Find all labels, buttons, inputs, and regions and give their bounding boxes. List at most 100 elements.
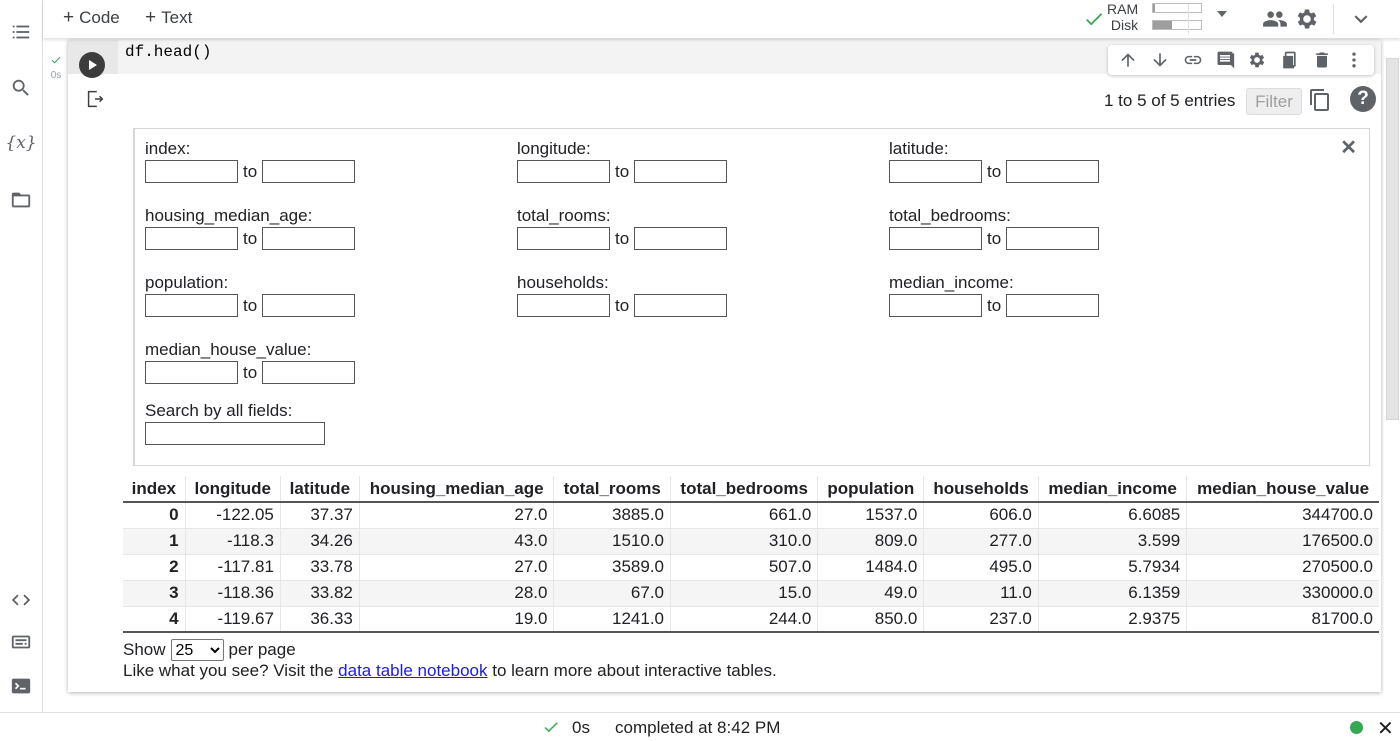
table-cell: 34.26 [279, 528, 360, 555]
table-cell: 270500.0 [1186, 554, 1379, 581]
range-filter-min-input[interactable] [517, 294, 610, 317]
range-filter-min-input[interactable] [145, 294, 238, 317]
help-icon[interactable]: ? [1350, 86, 1376, 112]
range-filter-min-input[interactable] [517, 160, 610, 183]
column-header[interactable]: median_income [1037, 476, 1187, 503]
variables-icon[interactable]: {x} [5, 131, 36, 155]
table-cell: 33.82 [279, 580, 360, 607]
terminal-icon[interactable] [9, 674, 33, 698]
cell-exec-status: 0s [48, 54, 64, 82]
range-filter-min-input[interactable] [145, 361, 238, 384]
range-filter-label: total_rooms: [517, 206, 611, 225]
range-filter-min-input[interactable] [889, 227, 982, 250]
column-header[interactable]: total_rooms [553, 476, 671, 503]
output-redirect-icon[interactable] [84, 88, 106, 110]
move-up-arrow-icon[interactable] [1117, 49, 1139, 71]
range-filter-max-input[interactable] [262, 361, 356, 384]
table-cell: 2 [123, 554, 186, 581]
search-icon[interactable] [9, 76, 33, 100]
search-all-fields-label: Search by all fields: [145, 401, 293, 420]
resources-dropdown-icon[interactable] [1217, 11, 1227, 17]
disk-label: Disk [1110, 17, 1139, 33]
range-filter-max-input[interactable] [1006, 227, 1100, 250]
close-status-icon[interactable]: ✕ [1377, 716, 1394, 741]
column-header[interactable]: latitude [279, 476, 360, 503]
range-filter-max-input[interactable] [634, 294, 728, 317]
divider [1188, 4, 1189, 34]
range-filter-max-input[interactable] [1006, 294, 1100, 317]
code-cell: df.head() 1 to 5 of 5 entries Filter ? ✕… [68, 40, 1381, 692]
table-of-contents-icon[interactable] [9, 20, 33, 44]
collapse-header-chevron-icon[interactable] [1348, 6, 1374, 32]
folder-icon[interactable] [9, 188, 33, 212]
range-to-label: to [243, 362, 258, 382]
range-filter-label: longitude: [517, 139, 591, 158]
column-header[interactable]: longitude [184, 476, 281, 503]
status-text[interactable]: completed at 8:42 PM [615, 718, 780, 738]
range-filter-min-input[interactable] [517, 227, 610, 250]
add-code-button[interactable]: + Code [63, 7, 120, 29]
column-header[interactable]: index [123, 476, 186, 503]
filter-panel: ✕ index: to longitude: to latitude: to housing… [133, 128, 1370, 466]
copy-icon[interactable] [1308, 88, 1332, 112]
table-cell: 3589.0 [553, 554, 671, 581]
range-filter-group: median_income: to [889, 273, 1100, 317]
column-header[interactable]: median_house_value [1186, 476, 1379, 503]
table-cell: 33.78 [279, 554, 360, 581]
column-header[interactable]: population [817, 476, 924, 503]
range-to-label: to [615, 295, 630, 315]
exec-duration: 0s [50, 70, 62, 81]
mirror-cell-in-tab-icon[interactable] [1278, 49, 1300, 71]
range-filter-max-input[interactable] [634, 160, 728, 183]
per-page-label: per page [228, 640, 296, 659]
command-palette-icon[interactable] [9, 630, 33, 654]
range-filter-min-input[interactable] [889, 294, 982, 317]
range-filter-max-input[interactable] [262, 160, 356, 183]
entries-count: 1 to 5 of 5 entries [1104, 91, 1236, 110]
table-cell: -119.67 [184, 606, 281, 633]
table-cell: 4 [123, 606, 186, 633]
range-filter-label: median_income: [889, 273, 1014, 292]
range-filter-max-input[interactable] [262, 227, 356, 250]
per-page-select[interactable]: 25 [170, 639, 224, 661]
column-header[interactable]: housing_median_age [358, 476, 554, 503]
connected-check-icon [1086, 13, 1103, 26]
search-all-fields-input[interactable] [145, 422, 325, 445]
table-cell: 3885.0 [553, 502, 671, 529]
code-snippets-icon[interactable] [9, 588, 33, 612]
table-cell: -122.05 [184, 502, 281, 529]
range-filter-min-input[interactable] [145, 227, 238, 250]
close-filter-icon[interactable]: ✕ [1340, 135, 1357, 160]
table-cell: 27.0 [358, 554, 554, 581]
range-filter-max-input[interactable] [634, 227, 728, 250]
table-row: 1 -118.3 34.26 43.0 1510.0 310.0 809.0 277.0 3.5… [123, 528, 1379, 555]
link-icon[interactable] [1182, 49, 1204, 71]
column-header[interactable]: households [923, 476, 1039, 503]
add-text-button[interactable]: + Text [145, 7, 192, 29]
settings-gear-icon[interactable] [1294, 6, 1320, 32]
filter-button[interactable]: Filter [1246, 88, 1302, 115]
range-filter-max-input[interactable] [262, 294, 356, 317]
table-cell: -117.81 [184, 554, 281, 581]
per-page-control: Show 25 per page [123, 639, 296, 661]
move-down-arrow-icon[interactable] [1149, 49, 1171, 71]
table-cell: 36.33 [279, 606, 360, 633]
range-filter-min-input[interactable] [145, 160, 238, 183]
range-filter-min-input[interactable] [889, 160, 982, 183]
run-cell-button[interactable] [79, 52, 105, 78]
code-text[interactable]: df.head() [125, 43, 211, 61]
range-filter-label: latitude: [889, 139, 949, 158]
comment-icon[interactable] [1214, 49, 1236, 71]
column-header[interactable]: total_bedrooms [669, 476, 818, 503]
range-filter-max-input[interactable] [1006, 160, 1100, 183]
data-table-notebook-link[interactable]: data table notebook [338, 661, 487, 680]
table-cell: 1241.0 [553, 606, 671, 633]
cell-settings-gear-icon[interactable] [1246, 49, 1268, 71]
share-people-icon[interactable] [1262, 6, 1288, 32]
more-options-icon[interactable] [1343, 49, 1365, 71]
table-cell: 344700.0 [1186, 502, 1379, 529]
delete-trash-icon[interactable] [1311, 49, 1333, 71]
scrollbar-thumb[interactable] [1386, 58, 1399, 420]
add-text-label: Text [161, 8, 193, 27]
resource-labels[interactable]: RAM Disk [1107, 1, 1138, 33]
